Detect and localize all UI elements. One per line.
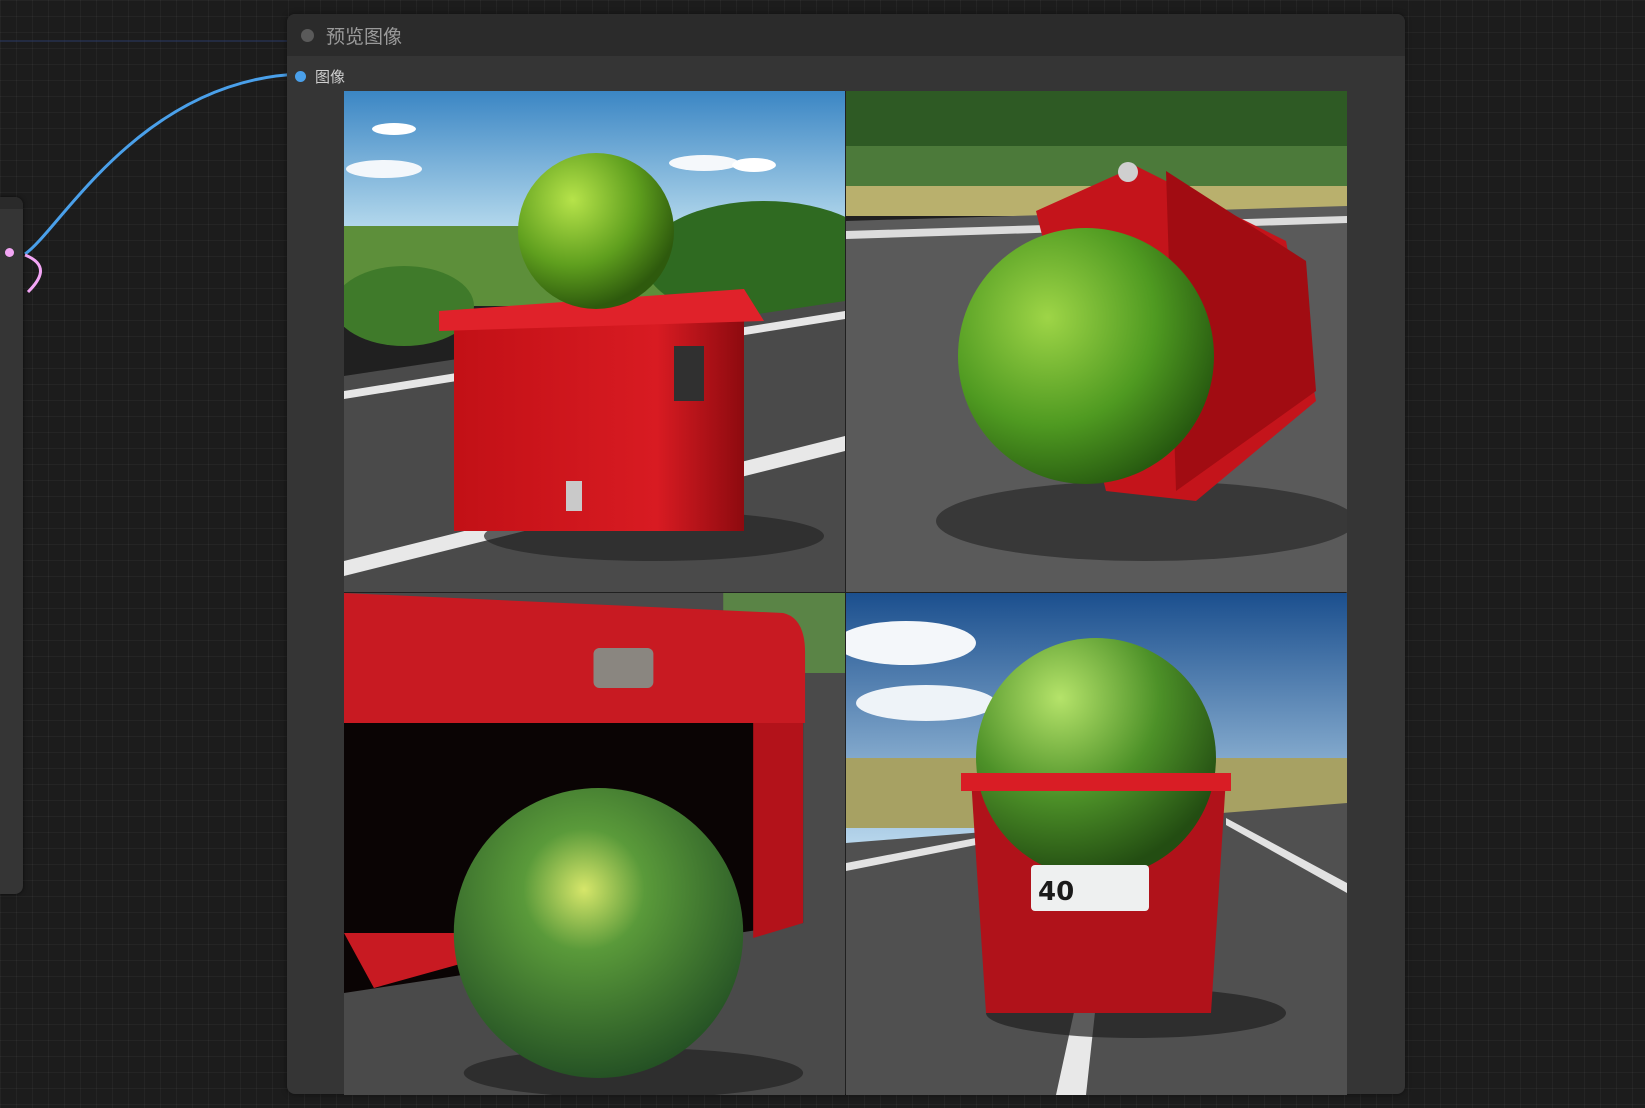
preview-image-2[interactable] [846,91,1347,592]
vae-decode-node[interactable] [0,197,23,894]
node-header [0,197,23,209]
node-header[interactable]: 预览图像 [287,14,1405,56]
input-slot-label: 图像 [315,68,346,86]
input-slot-dot[interactable] [295,71,306,82]
output-slot-dot[interactable] [5,248,14,257]
node-title: 预览图像 [326,25,403,48]
preview-image-4[interactable]: 40 [846,593,1347,1095]
preview-image-3[interactable] [344,593,845,1095]
bin-label-number: 40 [1038,877,1074,907]
input-slot-images[interactable]: 图像 [295,66,345,87]
preview-image-node[interactable]: 预览图像 图像 40 [287,14,1405,1095]
preview-image-1[interactable] [344,91,845,592]
collapse-toggle[interactable] [301,28,314,42]
image-preview-grid: 40 [344,91,1347,1095]
